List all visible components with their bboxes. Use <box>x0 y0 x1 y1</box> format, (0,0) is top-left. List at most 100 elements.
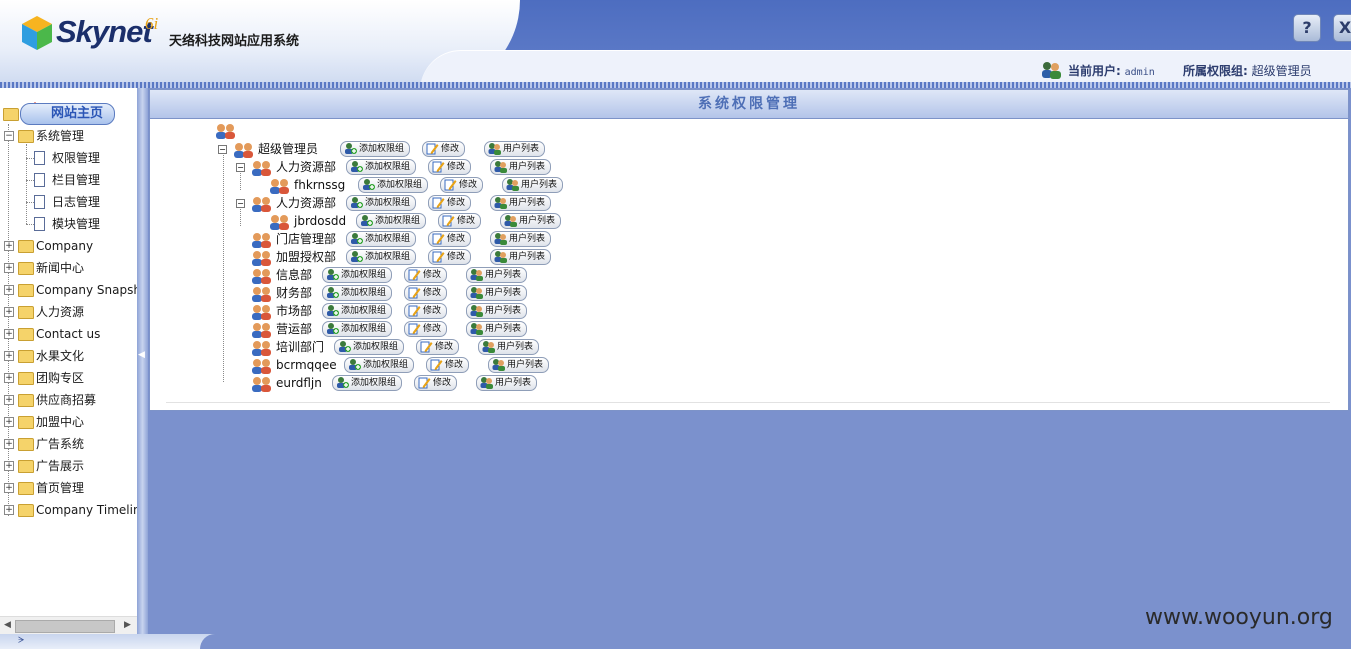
expand-icon[interactable]: + <box>4 373 14 383</box>
expand-icon[interactable]: + <box>4 395 14 405</box>
sidebar-item-fruit-culture[interactable]: + 水果文化 <box>0 345 137 367</box>
expand-icon[interactable]: + <box>4 417 14 427</box>
add-group-button[interactable]: 添加权限组 <box>334 339 405 355</box>
edit-button[interactable]: 修改 <box>404 321 448 337</box>
user-list-button[interactable]: 用户列表 <box>478 339 540 355</box>
add-group-button[interactable]: 添加权限组 <box>346 231 417 247</box>
expand-icon[interactable]: + <box>4 263 14 273</box>
sidebar-horizontal-scrollbar[interactable]: ◀ ▶ <box>0 616 137 634</box>
edit-button[interactable]: 修改 <box>428 159 472 175</box>
button-label: 修改 <box>445 360 464 370</box>
sidebar-item-ad-display[interactable]: + 广告展示 <box>0 455 137 477</box>
user-list-button[interactable]: 用户列表 <box>466 303 528 319</box>
user-list-button[interactable]: 用户列表 <box>502 177 564 193</box>
expand-icon[interactable]: + <box>4 461 14 471</box>
add-group-button[interactable]: 添加权限组 <box>322 321 393 337</box>
tree-collapse-icon[interactable]: − <box>236 199 245 208</box>
edit-pencil-icon <box>430 359 443 371</box>
sidebar-item-human-resources[interactable]: + 人力资源 <box>0 301 137 323</box>
scrollbar-thumb[interactable] <box>15 620 115 633</box>
edit-button[interactable]: 修改 <box>404 285 448 301</box>
add-group-button[interactable]: 添加权限组 <box>346 249 417 265</box>
edit-button[interactable]: 修改 <box>404 303 448 319</box>
edit-button[interactable]: 修改 <box>414 375 458 391</box>
button-label: 修改 <box>423 288 442 298</box>
help-button[interactable]: ? <box>1293 14 1321 42</box>
add-group-button[interactable]: 添加权限组 <box>356 213 427 229</box>
edit-button[interactable]: 修改 <box>428 249 472 265</box>
collapse-sidebar-icon[interactable]: ◀ <box>138 350 145 360</box>
user-list-button[interactable]: 用户列表 <box>490 249 552 265</box>
expand-icon[interactable]: + <box>4 329 14 339</box>
sidebar-item-company-timeline[interactable]: + Company Timeline <box>0 499 137 521</box>
add-group-button[interactable]: 添加权限组 <box>346 159 417 175</box>
sidebar-item-company-snapshot[interactable]: + Company Snapshot <box>0 279 137 301</box>
sidebar-item-module-management[interactable]: 模块管理 <box>0 213 137 235</box>
edit-button[interactable]: 修改 <box>440 177 484 193</box>
expand-icon[interactable]: + <box>4 307 14 317</box>
user-list-button[interactable]: 用户列表 <box>476 375 538 391</box>
add-group-button[interactable]: 添加权限组 <box>346 195 417 211</box>
collapse-icon[interactable]: − <box>4 131 14 141</box>
expand-icon[interactable]: + <box>4 505 14 515</box>
scroll-left-icon[interactable]: ◀ <box>4 620 11 630</box>
user-list-button[interactable]: 用户列表 <box>500 213 562 229</box>
sidebar-item-column-management[interactable]: 栏目管理 <box>0 169 137 191</box>
edit-button[interactable]: 修改 <box>426 357 470 373</box>
edit-pencil-icon <box>408 323 421 335</box>
add-group-button[interactable]: 添加权限组 <box>322 285 393 301</box>
expand-icon[interactable]: + <box>4 241 14 251</box>
sidebar-item-homepage-management[interactable]: + 首页管理 <box>0 477 137 499</box>
expand-icon[interactable]: + <box>4 439 14 449</box>
expand-icon[interactable]: + <box>4 483 14 493</box>
user-list-button[interactable]: 用户列表 <box>484 141 546 157</box>
sidebar-item-news-center[interactable]: + 新闻中心 <box>0 257 137 279</box>
sidebar-item-system-management[interactable]: − 系统管理 <box>0 125 137 147</box>
add-group-button[interactable]: 添加权限组 <box>358 177 429 193</box>
sidebar-item-company[interactable]: + Company <box>0 235 137 257</box>
user-list-button[interactable]: 用户列表 <box>490 195 552 211</box>
user-list-button[interactable]: 用户列表 <box>466 285 528 301</box>
edit-button[interactable]: 修改 <box>428 231 472 247</box>
scroll-right-icon[interactable]: ▶ <box>124 620 131 630</box>
app-header: Skynet 6i 天络科技网站应用系统 ? X 当前用户: admin 所属权… <box>0 0 1351 86</box>
add-group-button[interactable]: 添加权限组 <box>340 141 411 157</box>
tree-collapse-icon[interactable]: − <box>218 145 227 154</box>
add-group-button[interactable]: 添加权限组 <box>322 267 393 283</box>
expand-icon[interactable]: + <box>4 285 14 295</box>
sidebar-item-log-management[interactable]: 日志管理 <box>0 191 137 213</box>
sidebar-item-ad-system[interactable]: + 广告系统 <box>0 433 137 455</box>
sidebar-toggle-bar[interactable]: ◀ <box>137 88 148 634</box>
user-list-button[interactable]: 用户列表 <box>466 321 528 337</box>
edit-button[interactable]: 修改 <box>428 195 472 211</box>
user-group-icon <box>252 322 271 338</box>
user-group-icon <box>252 268 271 284</box>
add-group-button[interactable]: 添加权限组 <box>322 303 393 319</box>
button-label: 添加权限组 <box>341 324 387 334</box>
tree-collapse-icon[interactable]: − <box>236 163 245 172</box>
edit-button[interactable]: 修改 <box>438 213 482 229</box>
sidebar-item-franchise-center[interactable]: + 加盟中心 <box>0 411 137 433</box>
user-list-button[interactable]: 用户列表 <box>490 231 552 247</box>
edit-pencil-icon <box>432 161 445 173</box>
sidebar-item-contact-us[interactable]: + Contact us <box>0 323 137 345</box>
sidebar-item-permission-management[interactable]: 权限管理 <box>0 147 137 169</box>
button-label: 修改 <box>423 306 442 316</box>
add-group-button[interactable]: 添加权限组 <box>344 357 415 373</box>
close-button[interactable]: X <box>1333 14 1351 42</box>
sidebar-item-group-buy[interactable]: + 团购专区 <box>0 367 137 389</box>
user-list-button[interactable]: 用户列表 <box>490 159 552 175</box>
edit-button[interactable]: 修改 <box>404 267 448 283</box>
tree-guide-line <box>26 180 34 181</box>
user-list-button[interactable]: 用户列表 <box>488 357 550 373</box>
sidebar-item-supplier-recruit[interactable]: + 供应商招募 <box>0 389 137 411</box>
home-button[interactable]: 网站主页 <box>20 103 115 125</box>
user-group-icon <box>252 250 271 266</box>
user-list-button[interactable]: 用户列表 <box>466 267 528 283</box>
edit-button[interactable]: 修改 <box>422 141 466 157</box>
expand-icon[interactable]: + <box>4 351 14 361</box>
sidebar-item-label: Company Timeline <box>36 503 137 517</box>
button-label: 修改 <box>459 180 478 190</box>
add-group-button[interactable]: 添加权限组 <box>332 375 403 391</box>
edit-button[interactable]: 修改 <box>416 339 460 355</box>
